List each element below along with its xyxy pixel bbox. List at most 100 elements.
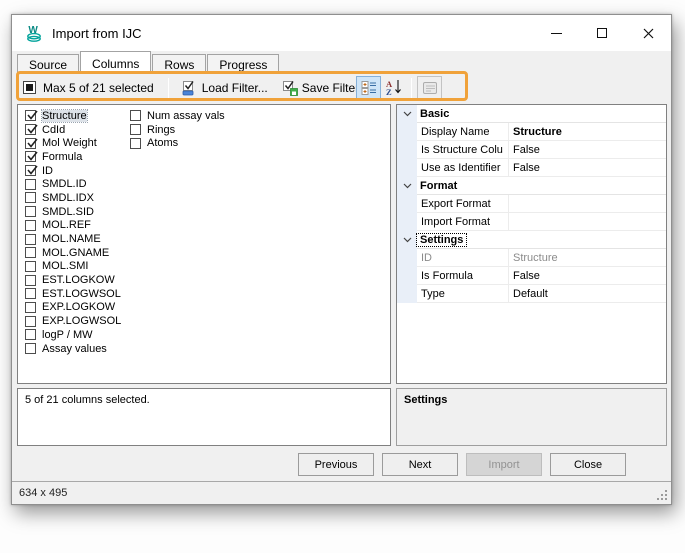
- checked-checkbox-icon[interactable]: [25, 138, 36, 149]
- property-category-format[interactable]: Format: [397, 177, 666, 195]
- unchecked-checkbox-icon[interactable]: [130, 110, 141, 121]
- tab-progress[interactable]: Progress: [207, 54, 279, 74]
- unchecked-checkbox-icon[interactable]: [25, 192, 36, 203]
- save-filter-icon: [282, 80, 298, 96]
- property-value[interactable]: False: [509, 267, 666, 285]
- max-selected-label[interactable]: Max 5 of 21 selected: [43, 81, 154, 95]
- column-checkbox-item[interactable]: SMDL.ID: [25, 177, 121, 191]
- unchecked-checkbox-icon[interactable]: [25, 275, 36, 286]
- column-checkbox-item[interactable]: CdId: [25, 123, 121, 137]
- property-value[interactable]: False: [509, 159, 666, 177]
- column-checkbox-item[interactable]: logP / MW: [25, 328, 121, 342]
- column-checkbox-item[interactable]: Num assay vals: [130, 109, 225, 123]
- unchecked-checkbox-icon[interactable]: [25, 316, 36, 327]
- toolbar-separator: [411, 78, 412, 98]
- max-selected-checkbox[interactable]: [23, 81, 36, 94]
- close-button[interactable]: Close: [550, 453, 626, 476]
- column-checkbox-item[interactable]: Atoms: [130, 136, 225, 150]
- categorized-tree-icon: [361, 80, 377, 96]
- unchecked-checkbox-icon[interactable]: [25, 234, 36, 245]
- maximize-button[interactable]: [579, 15, 625, 51]
- unchecked-checkbox-icon[interactable]: [130, 124, 141, 135]
- tab-source[interactable]: Source: [17, 54, 79, 74]
- column-checkbox-item[interactable]: Assay values: [25, 342, 121, 356]
- property-row[interactable]: Display NameStructure: [397, 123, 666, 141]
- property-category-settings[interactable]: Settings: [397, 231, 666, 249]
- column-list-left: StructureCdIdMol WeightFormulaIDSMDL.IDS…: [25, 109, 121, 355]
- column-checkbox-item[interactable]: SMDL.SID: [25, 205, 121, 219]
- property-value[interactable]: False: [509, 141, 666, 159]
- toolbar: Max 5 of 21 selected Load Filter... Save…: [12, 74, 671, 101]
- property-row[interactable]: Is FormulaFalse: [397, 267, 666, 285]
- minimize-button[interactable]: [533, 15, 579, 51]
- checked-checkbox-icon[interactable]: [25, 165, 36, 176]
- property-value[interactable]: Structure: [509, 123, 666, 141]
- unchecked-checkbox-icon[interactable]: [25, 302, 36, 313]
- minimize-icon: [551, 33, 562, 34]
- column-list-panel[interactable]: StructureCdIdMol WeightFormulaIDSMDL.IDS…: [17, 104, 391, 384]
- property-value[interactable]: [509, 213, 666, 231]
- column-checkbox-item[interactable]: EST.LOGWSOL: [25, 287, 121, 301]
- unchecked-checkbox-icon[interactable]: [25, 288, 36, 299]
- load-filter-icon: [182, 80, 198, 96]
- column-checkbox-item[interactable]: Structure: [25, 109, 121, 123]
- column-checkbox-item[interactable]: MOL.SMI: [25, 260, 121, 274]
- column-label: SMDL.SID: [42, 206, 94, 218]
- property-value[interactable]: [509, 195, 666, 213]
- property-row[interactable]: IDStructure: [397, 249, 666, 267]
- column-checkbox-item[interactable]: MOL.REF: [25, 219, 121, 233]
- column-checkbox-item[interactable]: MOL.NAME: [25, 232, 121, 246]
- collapse-chevron-icon[interactable]: [397, 105, 417, 123]
- column-checkbox-item[interactable]: Mol Weight: [25, 136, 121, 150]
- property-value[interactable]: Structure: [509, 249, 666, 267]
- column-checkbox-item[interactable]: EXP.LOGWSOL: [25, 314, 121, 328]
- property-row[interactable]: Export Format: [397, 195, 666, 213]
- column-label: Formula: [42, 151, 82, 163]
- load-filter-label: Load Filter...: [202, 81, 268, 95]
- property-value[interactable]: Default: [509, 285, 666, 303]
- property-row[interactable]: Use as IdentifierFalse: [397, 159, 666, 177]
- column-checkbox-item[interactable]: MOL.GNAME: [25, 246, 121, 260]
- property-row[interactable]: TypeDefault: [397, 285, 666, 303]
- column-checkbox-item[interactable]: ID: [25, 164, 121, 178]
- checked-checkbox-icon[interactable]: [25, 110, 36, 121]
- checked-checkbox-icon[interactable]: [25, 151, 36, 162]
- unchecked-checkbox-icon[interactable]: [25, 206, 36, 217]
- close-button[interactable]: [625, 15, 671, 51]
- unchecked-checkbox-icon[interactable]: [25, 343, 36, 354]
- column-checkbox-item[interactable]: SMDL.IDX: [25, 191, 121, 205]
- checked-checkbox-icon[interactable]: [25, 124, 36, 135]
- property-row[interactable]: Import Format: [397, 213, 666, 231]
- row-gutter: [397, 285, 417, 303]
- unchecked-checkbox-icon[interactable]: [25, 179, 36, 190]
- tab-columns[interactable]: Columns: [80, 51, 151, 74]
- property-grid[interactable]: BasicDisplay NameStructureIs Structure C…: [396, 104, 667, 384]
- unchecked-checkbox-icon[interactable]: [25, 329, 36, 340]
- column-checkbox-item[interactable]: EXP.LOGKOW: [25, 301, 121, 315]
- unchecked-checkbox-icon[interactable]: [25, 261, 36, 272]
- load-filter-button[interactable]: Load Filter...: [178, 78, 272, 98]
- column-checkbox-item[interactable]: EST.LOGKOW: [25, 273, 121, 287]
- previous-button[interactable]: Previous: [298, 453, 374, 476]
- unchecked-checkbox-icon[interactable]: [130, 138, 141, 149]
- settings-panel: Settings: [396, 388, 667, 446]
- unchecked-checkbox-icon[interactable]: [25, 247, 36, 258]
- property-label: Export Format: [417, 195, 509, 213]
- property-row[interactable]: Is Structure ColuFalse: [397, 141, 666, 159]
- property-label: Is Formula: [417, 267, 509, 285]
- collapse-chevron-icon[interactable]: [397, 177, 417, 195]
- sort-alphabetical-button[interactable]: A Z: [381, 76, 406, 99]
- categorized-view-button[interactable]: [356, 76, 381, 99]
- property-category-basic[interactable]: Basic: [397, 105, 666, 123]
- column-checkbox-item[interactable]: Formula: [25, 150, 121, 164]
- indeterminate-mark-icon: [26, 84, 33, 91]
- column-checkbox-item[interactable]: Rings: [130, 123, 225, 137]
- title-bar[interactable]: W Import from IJC: [12, 15, 671, 51]
- next-button[interactable]: Next: [382, 453, 458, 476]
- unchecked-checkbox-icon[interactable]: [25, 220, 36, 231]
- resize-grip[interactable]: [657, 490, 668, 501]
- property-label: Display Name: [417, 123, 509, 141]
- sort-az-icon: A Z: [385, 79, 402, 96]
- collapse-chevron-icon[interactable]: [397, 231, 417, 249]
- tab-rows[interactable]: Rows: [152, 54, 206, 74]
